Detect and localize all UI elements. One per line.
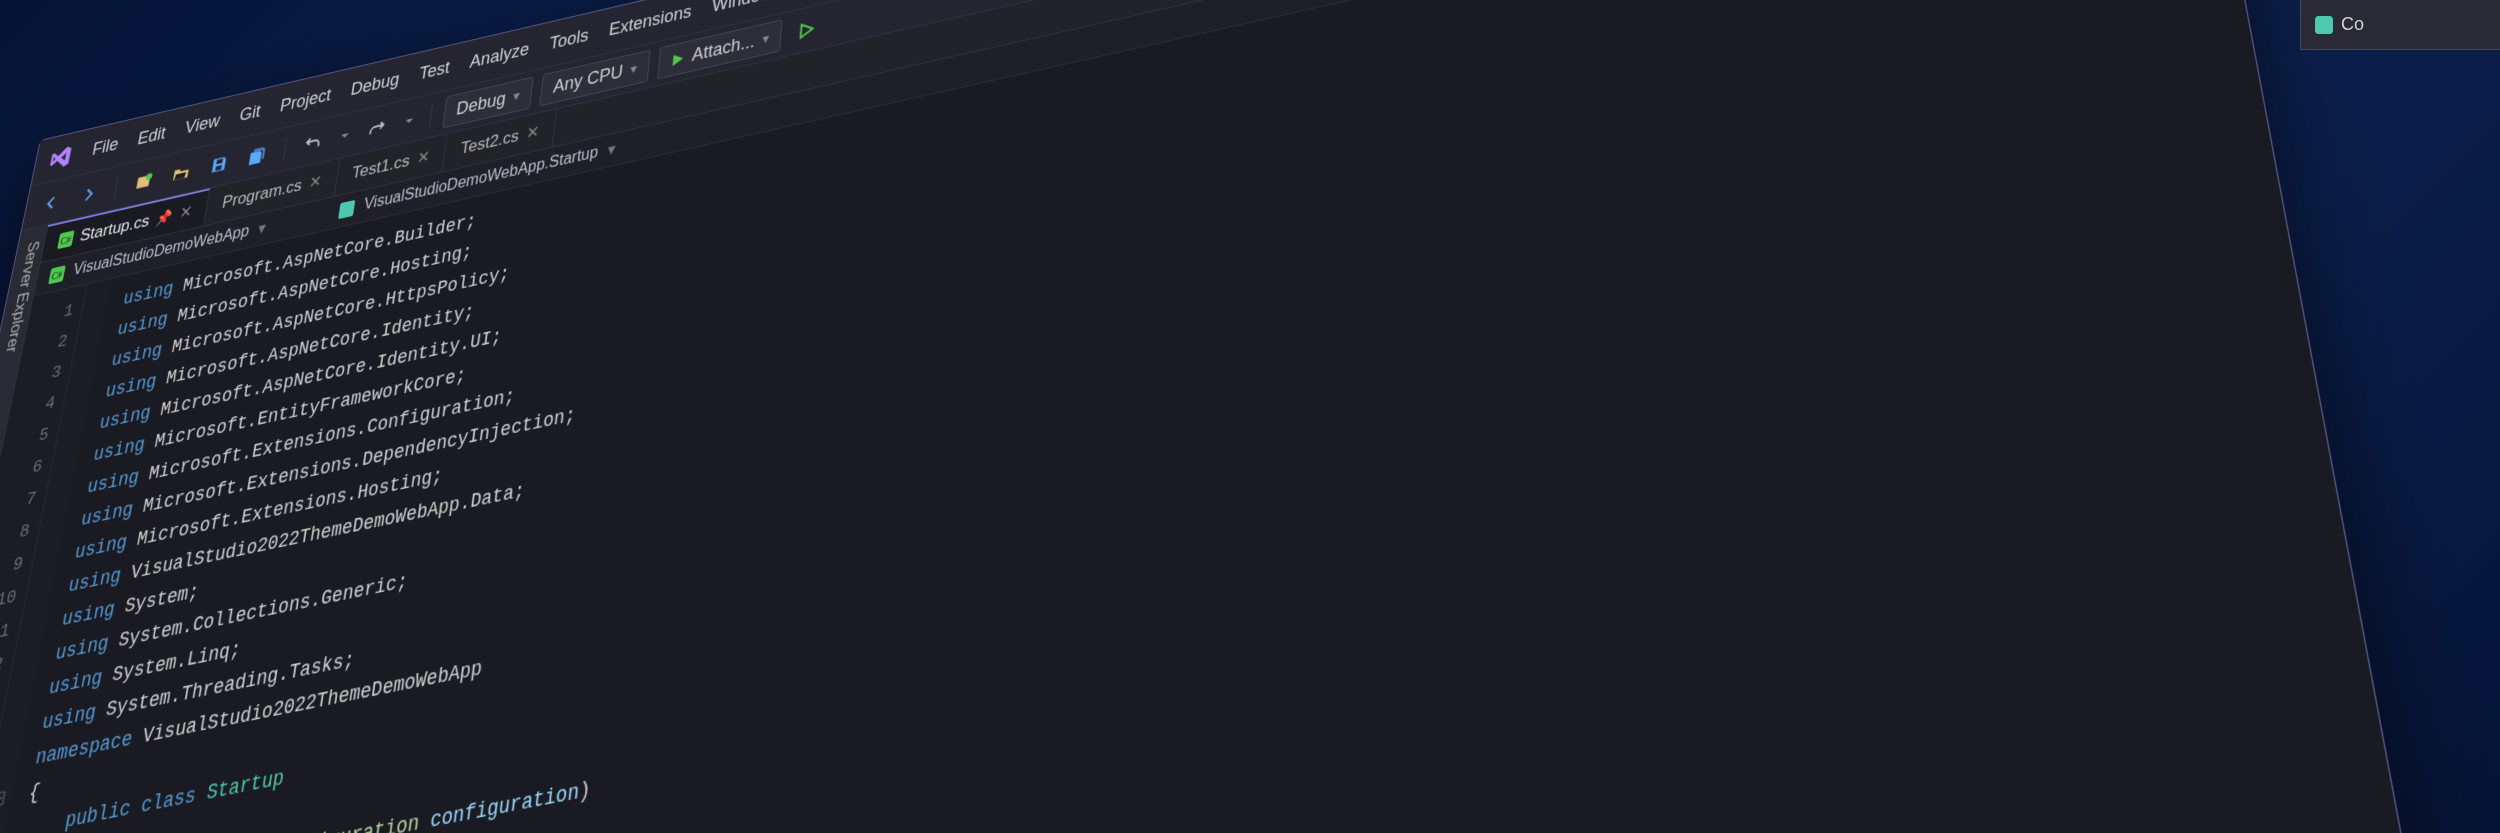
redo-dropdown[interactable] — [399, 104, 420, 137]
tab-label: Test2.cs — [459, 126, 520, 159]
class-icon — [338, 200, 355, 219]
right-panel-label: Co — [2341, 14, 2364, 35]
menu-edit[interactable]: Edit — [136, 123, 168, 149]
redo-button[interactable] — [360, 110, 394, 146]
chevron-down-icon: ▾ — [762, 30, 770, 48]
toolbar-separator — [283, 137, 288, 161]
toolbar-separator — [429, 104, 433, 128]
solution-platform-label: Any CPU — [552, 61, 624, 97]
chevron-down-icon[interactable]: ▾ — [607, 139, 617, 161]
save-all-icon[interactable] — [240, 137, 274, 173]
chevron-down-icon: ▾ — [630, 60, 638, 78]
toolbar-separator — [113, 176, 118, 199]
visual-studio-window: File Edit View Git Project Debug Test An… — [0, 0, 2412, 833]
copilot-icon — [2315, 16, 2333, 34]
save-icon[interactable] — [202, 146, 236, 182]
menu-git[interactable]: Git — [238, 101, 262, 126]
close-icon[interactable]: ✕ — [308, 171, 324, 194]
menu-analyze[interactable]: Analyze — [469, 39, 531, 73]
chevron-down-icon: ▾ — [512, 87, 521, 105]
close-icon[interactable]: ✕ — [525, 121, 540, 144]
start-without-debug-button[interactable] — [790, 11, 823, 47]
menu-view[interactable]: View — [183, 111, 221, 139]
menu-window[interactable]: Window — [711, 0, 773, 17]
tab-label: Test1.cs — [350, 151, 411, 184]
nav-forward-button[interactable] — [72, 176, 106, 212]
right-panel-tab[interactable]: Co — [2300, 0, 2500, 50]
close-icon[interactable]: ✕ — [416, 146, 431, 169]
play-icon — [670, 51, 685, 68]
new-project-icon[interactable] — [126, 164, 160, 200]
solution-config-label: Debug — [455, 88, 507, 120]
close-icon[interactable]: ✕ — [178, 201, 194, 223]
menu-test[interactable]: Test — [418, 57, 451, 84]
menu-project[interactable]: Project — [279, 85, 333, 117]
menu-debug[interactable]: Debug — [349, 69, 400, 100]
open-file-icon[interactable] — [164, 155, 198, 191]
pin-icon[interactable]: 📌 — [155, 207, 174, 227]
start-debug-label: Attach... — [691, 31, 756, 66]
undo-button[interactable] — [296, 125, 330, 161]
menu-extensions[interactable]: Extensions — [608, 1, 693, 40]
menu-file[interactable]: File — [91, 134, 121, 160]
csharp-project-icon: C# — [48, 265, 66, 284]
csharp-file-icon: C# — [57, 230, 75, 249]
menu-tools[interactable]: Tools — [548, 25, 589, 54]
nav-back-button[interactable] — [34, 185, 69, 221]
visual-studio-logo-icon — [46, 141, 76, 173]
undo-dropdown[interactable] — [334, 119, 355, 152]
chevron-down-icon[interactable]: ▾ — [257, 218, 268, 240]
